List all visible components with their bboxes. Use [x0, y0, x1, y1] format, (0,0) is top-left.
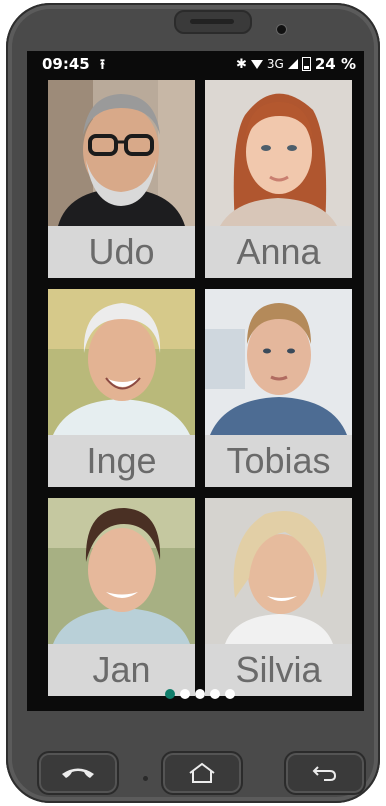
- contact-tile-jan[interactable]: Jan: [48, 498, 195, 696]
- status-icons: ✱ 3G 24 %: [236, 55, 356, 73]
- microphone-hole: [143, 776, 148, 781]
- contact-tile-inge[interactable]: Inge: [48, 289, 195, 487]
- contact-name: Udo: [48, 226, 195, 278]
- phone-screen: 09:45 ⭱ ✱ 3G 24 % Udo Anna Inge Tobias J…: [27, 51, 364, 711]
- contact-tile-udo[interactable]: Udo: [48, 80, 195, 278]
- contact-tile-tobias[interactable]: Tobias: [205, 289, 352, 487]
- phone-handset-icon: [62, 768, 94, 778]
- contact-photo: [205, 289, 352, 435]
- contact-tile-silvia[interactable]: Silvia: [205, 498, 352, 696]
- signal-icon: [287, 59, 298, 69]
- contact-photo: [205, 80, 352, 226]
- wifi-icon: [250, 59, 263, 69]
- home-button[interactable]: [161, 751, 243, 795]
- contact-name: Inge: [48, 435, 195, 487]
- contact-photo: [48, 80, 195, 226]
- call-button[interactable]: [37, 751, 119, 795]
- contact-photo: [205, 498, 352, 644]
- status-bar: 09:45 ⭱ ✱ 3G 24 %: [27, 51, 364, 77]
- front-camera: [276, 24, 287, 35]
- contact-photo: [48, 289, 195, 435]
- page-dot[interactable]: [195, 689, 205, 699]
- home-icon: [189, 762, 215, 783]
- battery-percent: 24 %: [314, 55, 356, 73]
- battery-icon: [301, 57, 311, 71]
- back-arrow-icon: [312, 766, 337, 781]
- page-dot[interactable]: [210, 689, 220, 699]
- back-button[interactable]: [284, 751, 366, 795]
- contact-photo: [48, 498, 195, 644]
- bluetooth-icon: ✱: [236, 56, 247, 72]
- page-dot[interactable]: [225, 689, 235, 699]
- contact-name: Anna: [205, 226, 352, 278]
- page-dot-active[interactable]: [165, 689, 175, 699]
- page-dot[interactable]: [180, 689, 190, 699]
- network-type: 3G: [266, 57, 284, 71]
- status-time: 09:45: [42, 55, 90, 73]
- earpiece-speaker: [174, 10, 252, 34]
- page-indicator: [165, 689, 235, 699]
- upload-icon: ⭱: [100, 57, 105, 73]
- contact-name: Tobias: [205, 435, 352, 487]
- contact-tile-anna[interactable]: Anna: [205, 80, 352, 278]
